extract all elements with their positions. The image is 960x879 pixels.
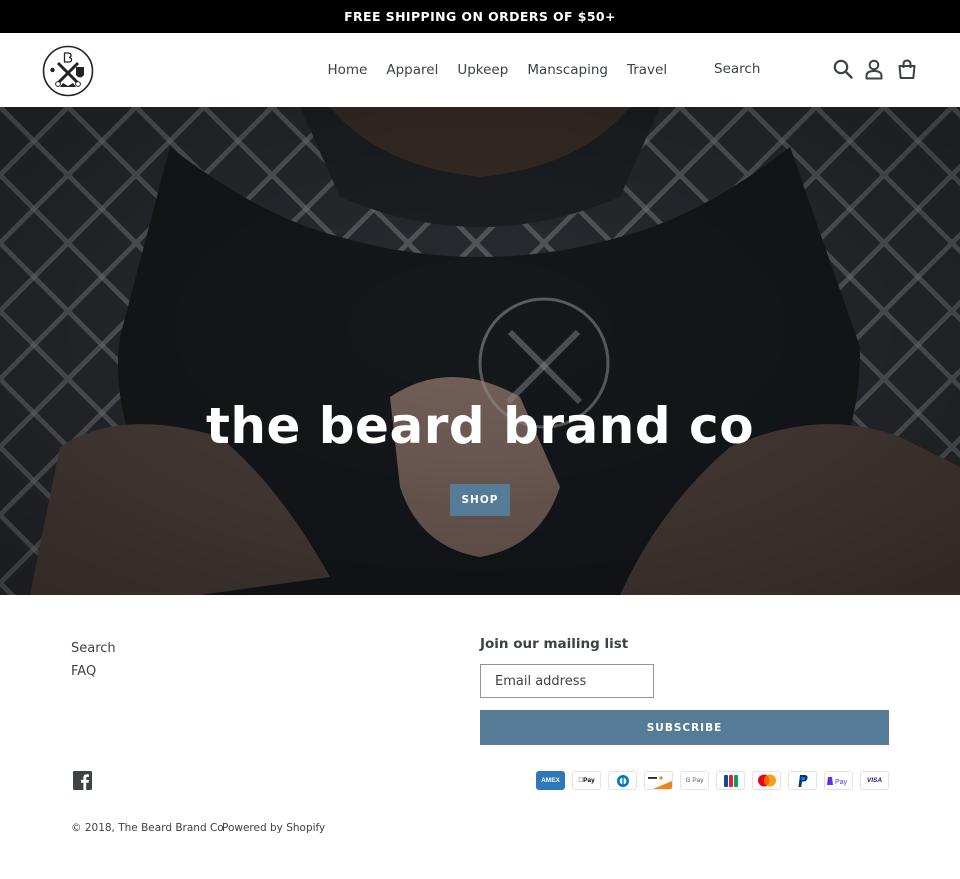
payment-icons: AMEX Pay G Pay Pay VISA: [536, 771, 896, 790]
google-pay-icon: G Pay: [680, 771, 709, 790]
powered-by-link[interactable]: Powered by Shopify: [222, 822, 325, 834]
jcb-icon: [716, 771, 745, 790]
nav-manscaping[interactable]: Manscaping: [527, 62, 608, 78]
shopify-pay-icon: Pay: [824, 771, 853, 790]
announcement-bar: FREE SHIPPING ON ORDERS OF $50+: [0, 0, 960, 33]
shop-button[interactable]: SHOP: [450, 484, 510, 516]
diners-club-icon: [608, 771, 637, 790]
svg-text:Pay: Pay: [835, 779, 848, 786]
nav-travel[interactable]: Travel: [627, 62, 667, 78]
nav-apparel[interactable]: Apparel: [386, 62, 438, 78]
cart-icon[interactable]: [896, 58, 918, 80]
nav-upkeep[interactable]: Upkeep: [457, 62, 508, 78]
mailing-list-heading: Join our mailing list: [480, 636, 629, 652]
hero-background-image: [0, 107, 960, 595]
apple-pay-icon: Pay: [572, 771, 601, 790]
facebook-icon[interactable]: [73, 771, 92, 790]
brand-logo[interactable]: [42, 45, 94, 97]
subscribe-button[interactable]: SUBSCRIBE: [480, 710, 889, 745]
mastercard-icon: [752, 771, 781, 790]
visa-icon: VISA: [860, 771, 889, 790]
account-icon[interactable]: [863, 58, 885, 80]
hero-banner: the beard brand co SHOP: [0, 107, 960, 595]
copyright-text: © 2018, The Beard Brand Co: [71, 822, 224, 834]
search-icon[interactable]: [832, 58, 854, 80]
paypal-icon: [788, 771, 817, 790]
hero-title: the beard brand co: [205, 397, 755, 455]
amex-icon: AMEX: [536, 771, 565, 790]
nav-home[interactable]: Home: [328, 62, 368, 78]
email-field[interactable]: [480, 664, 654, 698]
footer-links: Search FAQ: [71, 637, 116, 683]
footer-link-faq[interactable]: FAQ: [71, 660, 116, 683]
announcement-text: FREE SHIPPING ON ORDERS OF $50+: [344, 9, 616, 24]
discover-icon: [644, 771, 673, 790]
site-header: Home Apparel Upkeep Manscaping Travel Se…: [0, 33, 960, 107]
main-nav: Home Apparel Upkeep Manscaping Travel: [318, 33, 677, 107]
header-search-input[interactable]: Search: [714, 61, 760, 77]
footer-link-search[interactable]: Search: [71, 637, 116, 660]
